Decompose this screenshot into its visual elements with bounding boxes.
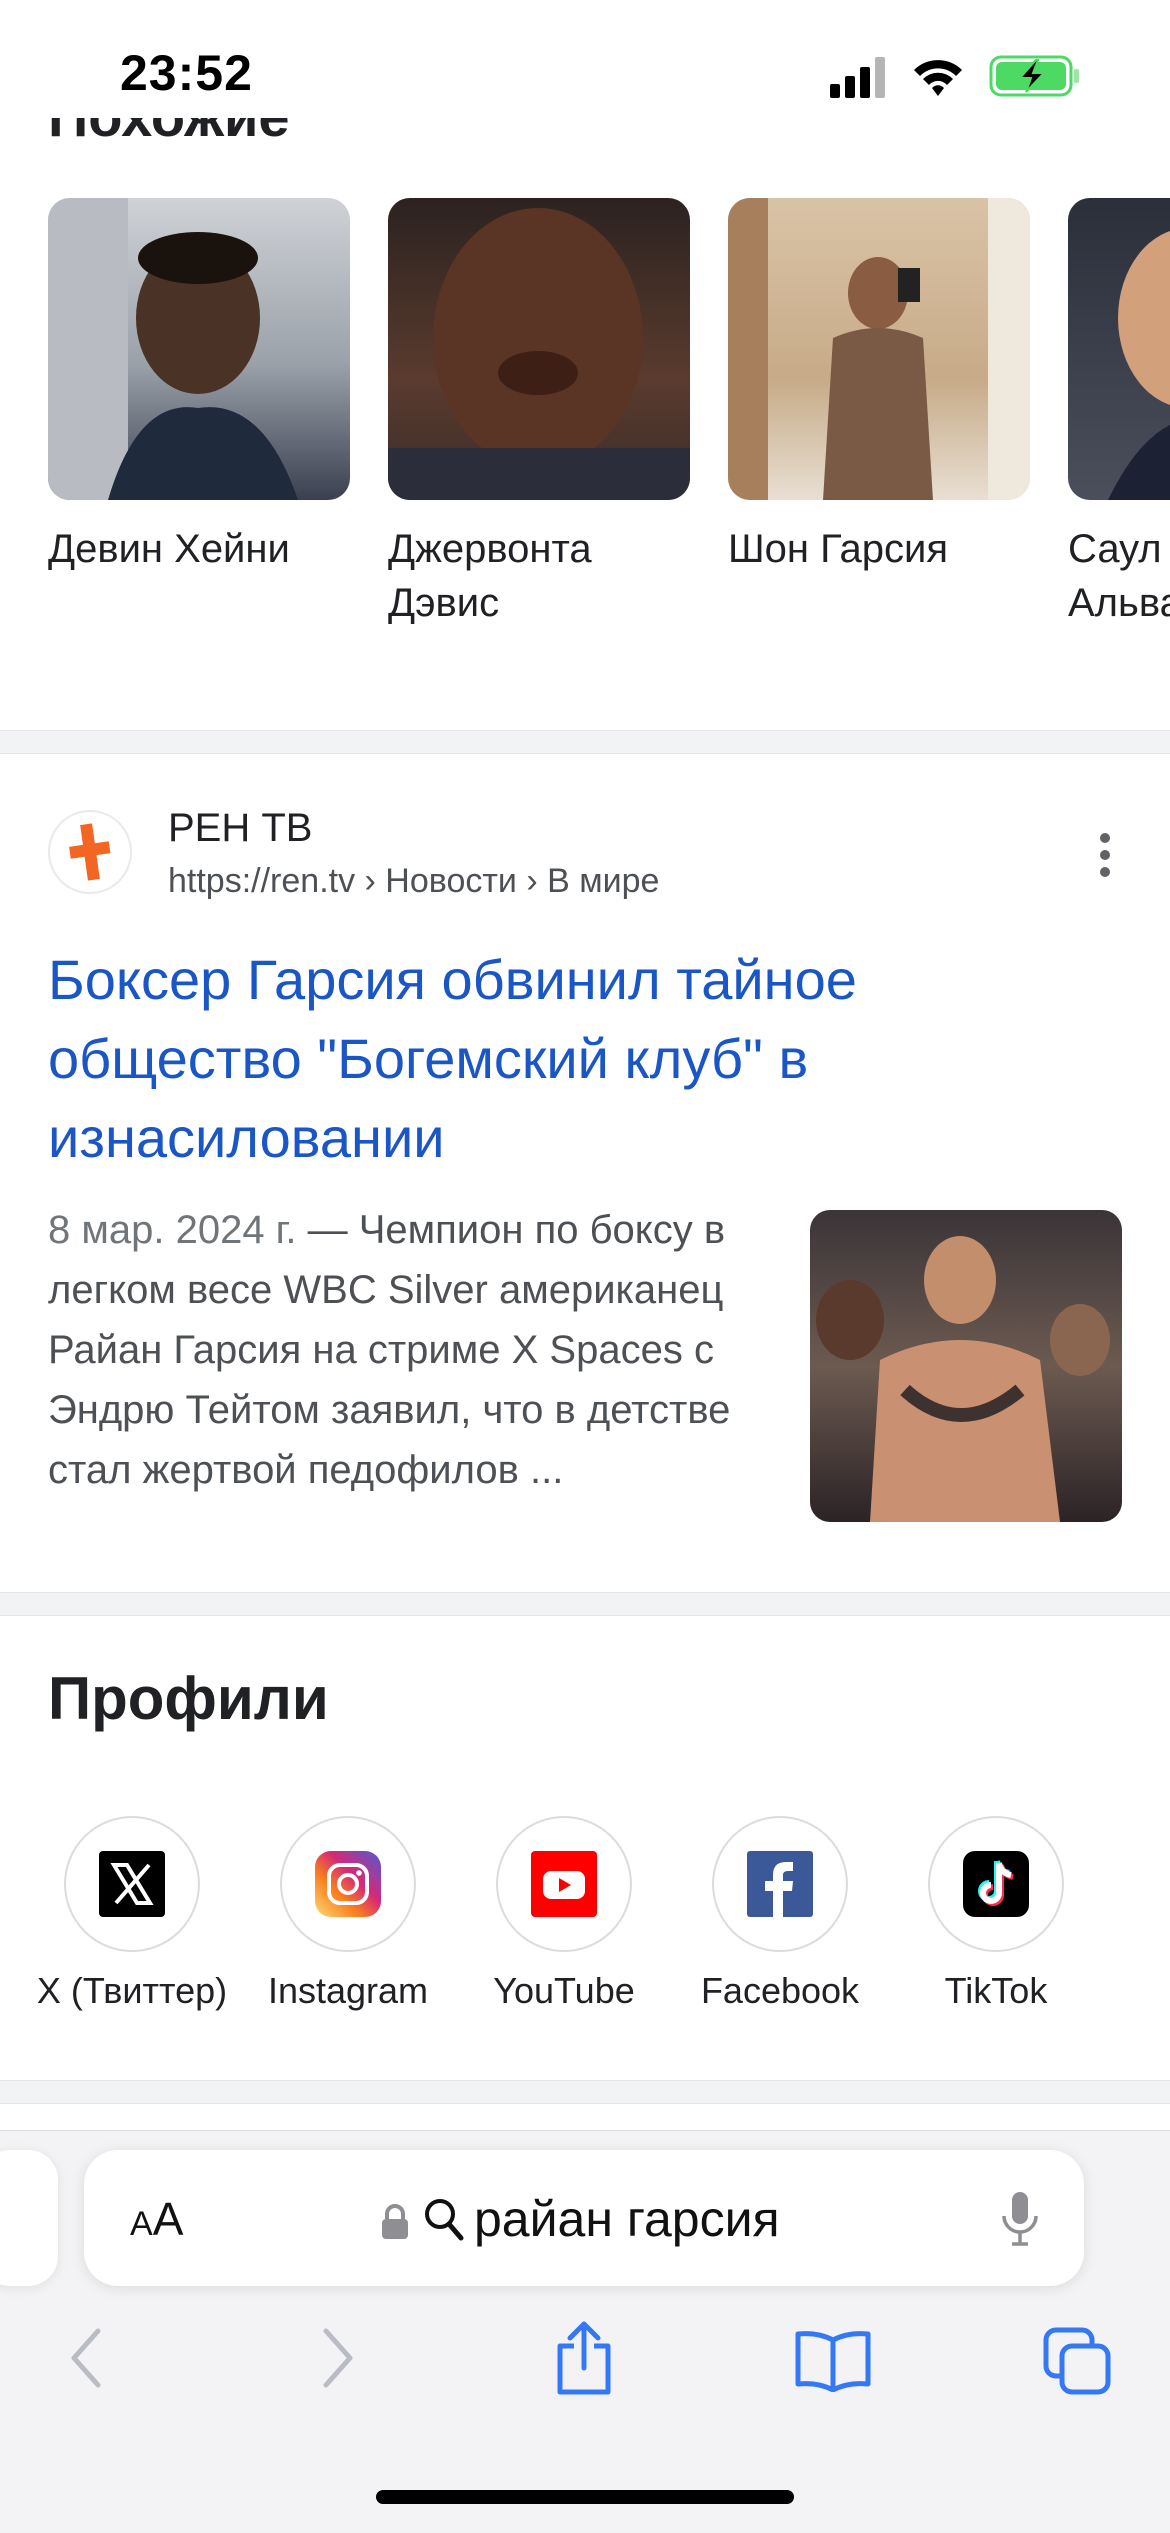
- person-card[interactable]: Саул Альва: [1068, 198, 1170, 630]
- profile-circle[interactable]: [712, 1816, 848, 1952]
- result-snippet: 8 мар. 2024 г. — Чемпион по боксу в легк…: [48, 1200, 788, 1500]
- status-icons: [830, 55, 1079, 98]
- search-icon: [425, 2199, 464, 2241]
- tiktok-icon: [963, 1851, 1029, 1917]
- search-query-text[interactable]: райан гарсия: [474, 2190, 780, 2248]
- portrait-image: [388, 208, 690, 500]
- person-card[interactable]: Джервонта Дэвис: [388, 198, 690, 630]
- portrait-image: [1108, 231, 1170, 500]
- cellular-signal-icon: [830, 57, 885, 98]
- profile-label: YouTube: [493, 1970, 635, 2011]
- portrait-image: [728, 198, 1030, 500]
- person-photo[interactable]: [388, 198, 690, 500]
- thumbnail-image: [816, 1236, 1110, 1522]
- microphone-icon[interactable]: [1000, 2190, 1040, 2250]
- result-site-name[interactable]: РЕН ТВ: [168, 806, 312, 851]
- result-thumbnail[interactable]: [810, 1210, 1122, 1522]
- result-url[interactable]: https://ren.tv › Новости › В мире: [168, 862, 659, 901]
- more-options-icon[interactable]: [1085, 830, 1125, 880]
- share-icon[interactable]: [552, 2320, 616, 2396]
- profile-label: TikTok: [944, 1970, 1048, 2011]
- profile-circle[interactable]: [928, 1816, 1064, 1952]
- home-indicator: [376, 2490, 794, 2504]
- portrait-image: [48, 198, 298, 500]
- profile-circle[interactable]: [496, 1816, 632, 1952]
- back-arrow-icon[interactable]: [66, 2325, 106, 2391]
- youtube-icon: [531, 1851, 597, 1917]
- section-divider: [0, 730, 1170, 754]
- ren-tv-logo[interactable]: [48, 810, 132, 894]
- forward-arrow-icon[interactable]: [318, 2325, 358, 2391]
- x-icon: [99, 1851, 165, 1917]
- lock-icon: [382, 2204, 408, 2239]
- bookmarks-icon[interactable]: [794, 2330, 872, 2392]
- status-time: 23:52: [120, 45, 253, 101]
- people-section-heading: Похожие запросы: [48, 118, 448, 158]
- ren-tv-logo-icon: [69, 823, 111, 881]
- profiles-heading: Профили: [48, 1665, 329, 1732]
- wifi-icon: [914, 60, 962, 96]
- person-name: Джервонта Дэвис: [388, 527, 592, 625]
- profile-facebook[interactable]: Facebook: [670, 1816, 890, 2012]
- profile-circle[interactable]: [64, 1816, 200, 1952]
- previous-tab-preview[interactable]: [0, 2150, 58, 2286]
- profile-x[interactable]: X (Твиттер): [22, 1816, 242, 2012]
- facebook-icon: [747, 1851, 813, 1917]
- person-photo[interactable]: [1068, 198, 1170, 500]
- section-divider: [0, 2080, 1170, 2104]
- profile-instagram[interactable]: Instagram: [238, 1816, 458, 2012]
- people-carousel[interactable]: Девин Хейни Джервонта Дэвис Шон Гарсия С…: [48, 198, 1170, 658]
- profile-label: Facebook: [700, 1970, 860, 2011]
- result-title-link[interactable]: Боксер Гарсия обвинил тайное общество "Б…: [48, 940, 1048, 1177]
- person-card[interactable]: Девин Хейни: [48, 198, 350, 576]
- profile-label: X (Твиттер): [36, 1970, 228, 2011]
- person-name: Шон Гарсия: [728, 527, 949, 571]
- person-photo[interactable]: [48, 198, 350, 500]
- battery-charging-icon: [989, 55, 1079, 97]
- person-name: Саул Альва: [1068, 527, 1170, 625]
- instagram-icon: [315, 1851, 381, 1917]
- result-date: 8 мар. 2024 г.: [48, 1208, 297, 1252]
- person-card[interactable]: Шон Гарсия: [728, 198, 1030, 576]
- profile-circle[interactable]: [280, 1816, 416, 1952]
- profile-label: Instagram: [267, 1970, 429, 2011]
- person-photo[interactable]: [728, 198, 1030, 500]
- profile-youtube[interactable]: YouTube: [454, 1816, 674, 2012]
- person-name: Девин Хейни: [48, 527, 290, 571]
- tabs-icon[interactable]: [1042, 2326, 1114, 2398]
- profile-tiktok[interactable]: TikTok: [886, 1816, 1106, 2012]
- section-divider: [0, 1592, 1170, 1616]
- reader-text-size-button[interactable]: AA: [130, 2192, 183, 2246]
